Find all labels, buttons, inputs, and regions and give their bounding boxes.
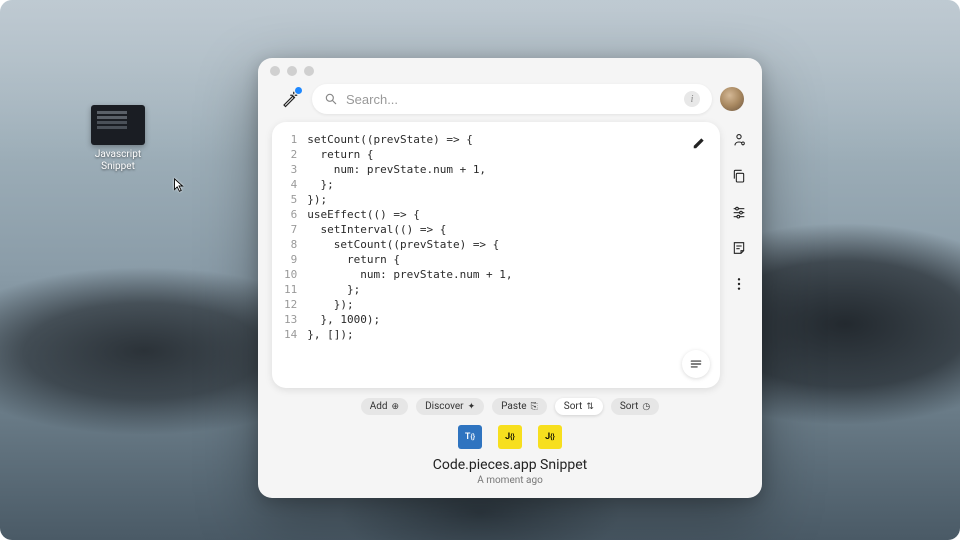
clock-icon: ◷ [642,402,650,412]
plus-circle-icon: ⊕ [392,402,400,412]
pencil-icon [692,136,706,150]
line-number-gutter: 1234567891011121314 [272,122,305,388]
javascript-file-icon[interactable]: J{} [538,425,562,449]
discover-label: Discover [425,401,464,412]
sort-secondary-label: Sort [620,401,639,412]
magic-button[interactable] [276,85,304,113]
sparkle-icon: ✦ [468,402,476,412]
snippet-thumbnails: T{} J{} J{} [258,421,762,451]
shuffle-icon: ⇅ [586,402,594,412]
side-toolbar [724,122,754,388]
person-link-icon [731,132,747,148]
minimize-icon[interactable] [287,66,297,76]
add-label: Add [370,401,388,412]
snippet-timestamp: A moment ago [258,475,762,486]
action-bar: Add ⊕ Discover ✦ Paste ⎘ Sort ⇅ Sort ◷ [258,388,762,421]
desktop-wallpaper: Javascript Snippet i [0,0,960,540]
note-button[interactable] [729,238,749,258]
footer: Code.pieces.app Snippet A moment ago [258,451,762,498]
snippet-title: Code.pieces.app Snippet [258,457,762,473]
settings-button[interactable] [729,202,749,222]
javascript-file-icon[interactable]: J{} [498,425,522,449]
more-button[interactable] [729,274,749,294]
notification-dot-icon [295,87,302,94]
search-input[interactable] [346,92,676,107]
app-window: i 1234567891011121314 setCount((prevStat… [258,58,762,498]
discover-button[interactable]: Discover ✦ [416,398,484,415]
window-titlebar[interactable] [258,58,762,84]
sort-secondary-button[interactable]: Sort ◷ [611,398,659,415]
copy-button[interactable] [729,166,749,186]
note-icon [731,240,747,256]
code-snippet-card: 1234567891011121314 setCount((prevState)… [272,122,720,388]
desktop-file-label: Javascript Snippet [86,149,150,173]
cursor-icon [173,178,185,194]
search-icon [324,92,338,106]
edit-button[interactable] [688,132,710,154]
search-bar[interactable]: i [312,84,712,114]
code-content[interactable]: setCount((prevState) => { return { num: … [305,122,520,388]
toolbar: i [258,84,762,122]
add-button[interactable]: Add ⊕ [361,398,408,415]
share-button[interactable] [729,130,749,150]
snippet-thumbnail-icon [91,105,145,145]
desktop-file-icon[interactable]: Javascript Snippet [86,105,150,173]
wrap-button[interactable] [682,350,710,378]
sort-primary-button[interactable]: Sort ⇅ [555,398,603,415]
sort-primary-label: Sort [564,401,583,412]
maximize-icon[interactable] [304,66,314,76]
avatar[interactable] [720,87,744,111]
paste-button[interactable]: Paste ⎘ [492,398,547,415]
info-icon[interactable]: i [684,91,700,107]
sliders-icon [731,204,747,220]
clipboard-icon: ⎘ [531,402,538,412]
menu-icon [689,357,703,371]
typescript-file-icon[interactable]: T{} [458,425,482,449]
close-icon[interactable] [270,66,280,76]
more-vertical-icon [731,276,747,292]
copy-icon [731,168,747,184]
paste-label: Paste [501,401,526,412]
